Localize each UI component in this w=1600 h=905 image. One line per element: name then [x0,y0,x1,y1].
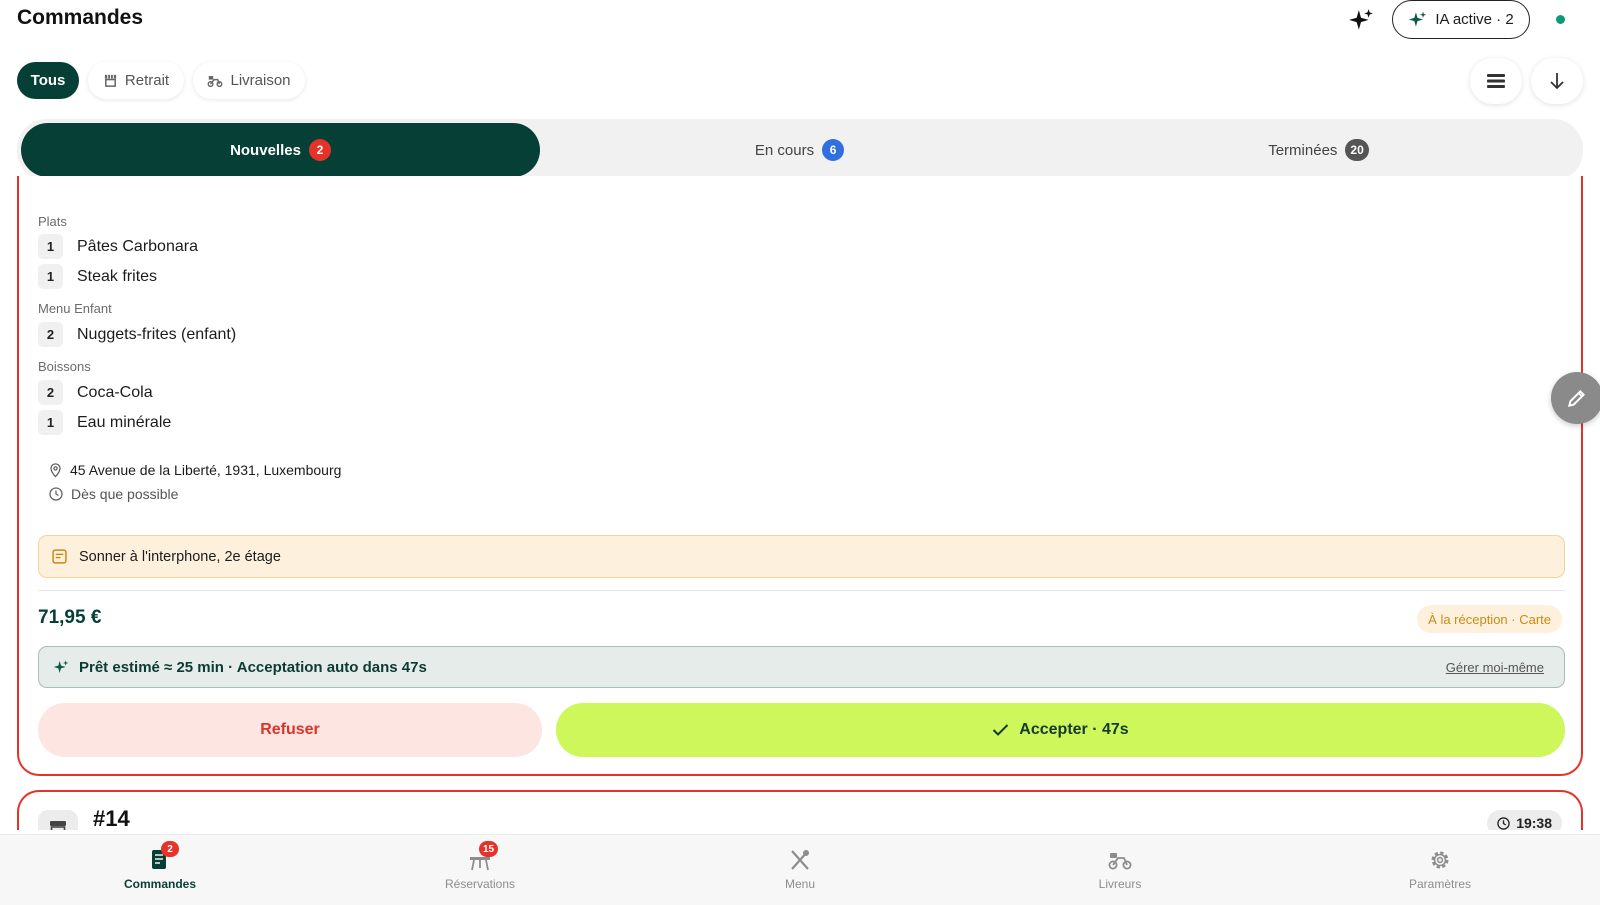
scooter-icon [208,76,223,88]
app-header: Commandes IA active · 2 [0,0,1600,40]
list-view-button[interactable] [1470,58,1522,104]
tab-label: Terminées [1268,141,1338,159]
ai-estimate-text: Prêt estimé ≈ 25 min · Acceptation auto … [79,658,427,676]
item-quantity: 1 [38,410,63,435]
section-label: Plats [38,214,67,229]
item-quantity: 1 [38,264,63,289]
nav-item-reservations[interactable]: 15 Réservations [410,835,550,905]
sparkle-icon [1409,11,1427,27]
page-title: Commandes [17,6,144,29]
accept-button[interactable]: Accepter · 47s [556,703,1565,757]
gear-icon [1431,851,1449,869]
filter-chip-retrait[interactable]: Retrait [88,62,184,99]
item-name: Coca-Cola [77,383,153,401]
nav-label: Commandes [123,877,197,891]
filter-chip-label: Livraison [230,72,291,89]
filter-chip-tous[interactable]: Tous [17,62,79,99]
timing-text: Dès que possible [71,486,179,502]
item-name: Steak frites [77,267,158,285]
online-status-dot [1556,15,1565,24]
sort-down-button[interactable] [1531,58,1583,104]
delivery-address: 45 Avenue de la Liberté, 1931, Luxembour… [49,462,341,478]
section-label: Menu Enfant [38,301,112,316]
divider [38,590,1565,591]
list-item: 2 Coca-Cola [38,380,153,405]
item-quantity: 2 [38,380,63,405]
item-name: Pâtes Carbonara [77,237,198,255]
bottom-navigation: 2 Commandes 15 Réservations Menu Livreur… [0,834,1600,905]
tab-en-cours[interactable]: En cours 6 [540,123,1059,177]
item-quantity: 2 [38,322,63,347]
payment-badge: À la réception · Carte [1417,605,1562,633]
nav-badge: 2 [161,841,179,857]
list-item: 1 Pâtes Carbonara [38,234,198,259]
status-segments: Nouvelles 2 En cours 6 Terminées 20 [17,119,1583,181]
list-item: 2 Nuggets-frites (enfant) [38,322,236,347]
edit-fab-button[interactable] [1551,372,1600,424]
order-card-next[interactable]: #14 19:38 [17,790,1583,830]
order-number: #14 [93,806,130,830]
section-label: Boissons [38,359,91,374]
item-quantity: 1 [38,234,63,259]
item-name: Nuggets-frites (enfant) [77,325,237,343]
tab-label: En cours [754,141,815,159]
ai-active-pill[interactable]: IA active · 2 [1392,0,1530,39]
order-card: Plats 1 Pâtes Carbonara 1 Steak frites M… [17,176,1583,776]
filter-chip-livraison[interactable]: Livraison [193,62,305,99]
note-text: Sonner à l'interphone, 2e étage [79,548,281,565]
sparkle-icon [1349,9,1373,30]
clock-icon [49,487,63,501]
pencil-icon [1567,389,1586,408]
count-badge: 20 [1345,139,1369,161]
nav-label: Menu [784,877,816,891]
item-name: Eau minérale [77,413,172,431]
tab-nouvelles[interactable]: Nouvelles 2 [21,123,540,177]
tab-terminees[interactable]: Terminées 20 [1059,123,1578,177]
list-item: 1 Steak frites [38,264,157,289]
delivery-timing: Dès que possible [49,486,178,502]
tab-label: Nouvelles [230,141,301,159]
order-time: 19:38 [1516,815,1552,830]
store-icon [50,821,66,830]
customer-note: Sonner à l'interphone, 2e étage [38,535,1565,578]
nav-label: Paramètres [1408,877,1472,891]
nav-label: Livreurs [1098,877,1142,891]
filter-chip-label: Tous [30,72,66,89]
nav-item-parametres[interactable]: Paramètres [1370,835,1510,905]
list-item: 1 Eau minérale [38,410,171,435]
nav-item-menu[interactable]: Menu [730,835,870,905]
manage-manually-link[interactable]: Gérer moi-même [1446,660,1544,675]
nav-label: Réservations [444,877,516,891]
clock-icon [1497,816,1510,830]
address-text: 45 Avenue de la Liberté, 1931, Luxembour… [70,462,342,478]
store-icon [104,74,117,87]
order-total: 71,95 € [38,607,102,628]
nav-item-livreurs[interactable]: Livreurs [1050,835,1190,905]
nav-badge: 15 [479,841,499,857]
ai-sparkle-button[interactable] [1346,6,1376,36]
ai-estimate-bar: Prêt estimé ≈ 25 min · Acceptation auto … [38,646,1565,688]
ai-active-label: IA active · 2 [1435,11,1514,28]
order-time-chip: 19:38 [1487,810,1562,830]
count-badge: 6 [822,139,845,161]
count-badge: 2 [308,139,331,161]
arrow-down-icon [1550,73,1564,90]
check-icon [993,724,1009,736]
nav-item-commandes[interactable]: 2 Commandes [90,835,230,905]
menu-lines-icon [1487,74,1505,88]
sparkle-icon [53,660,69,673]
filter-chip-label: Retrait [124,72,170,89]
note-icon [52,549,67,564]
refuse-button[interactable]: Refuser [38,703,542,757]
location-pin-icon [50,462,61,477]
pickup-type-icon [38,810,78,830]
accept-label: Accepter · 47s [1019,721,1129,738]
utensils-icon [791,850,809,870]
scooter-icon [1108,853,1132,870]
